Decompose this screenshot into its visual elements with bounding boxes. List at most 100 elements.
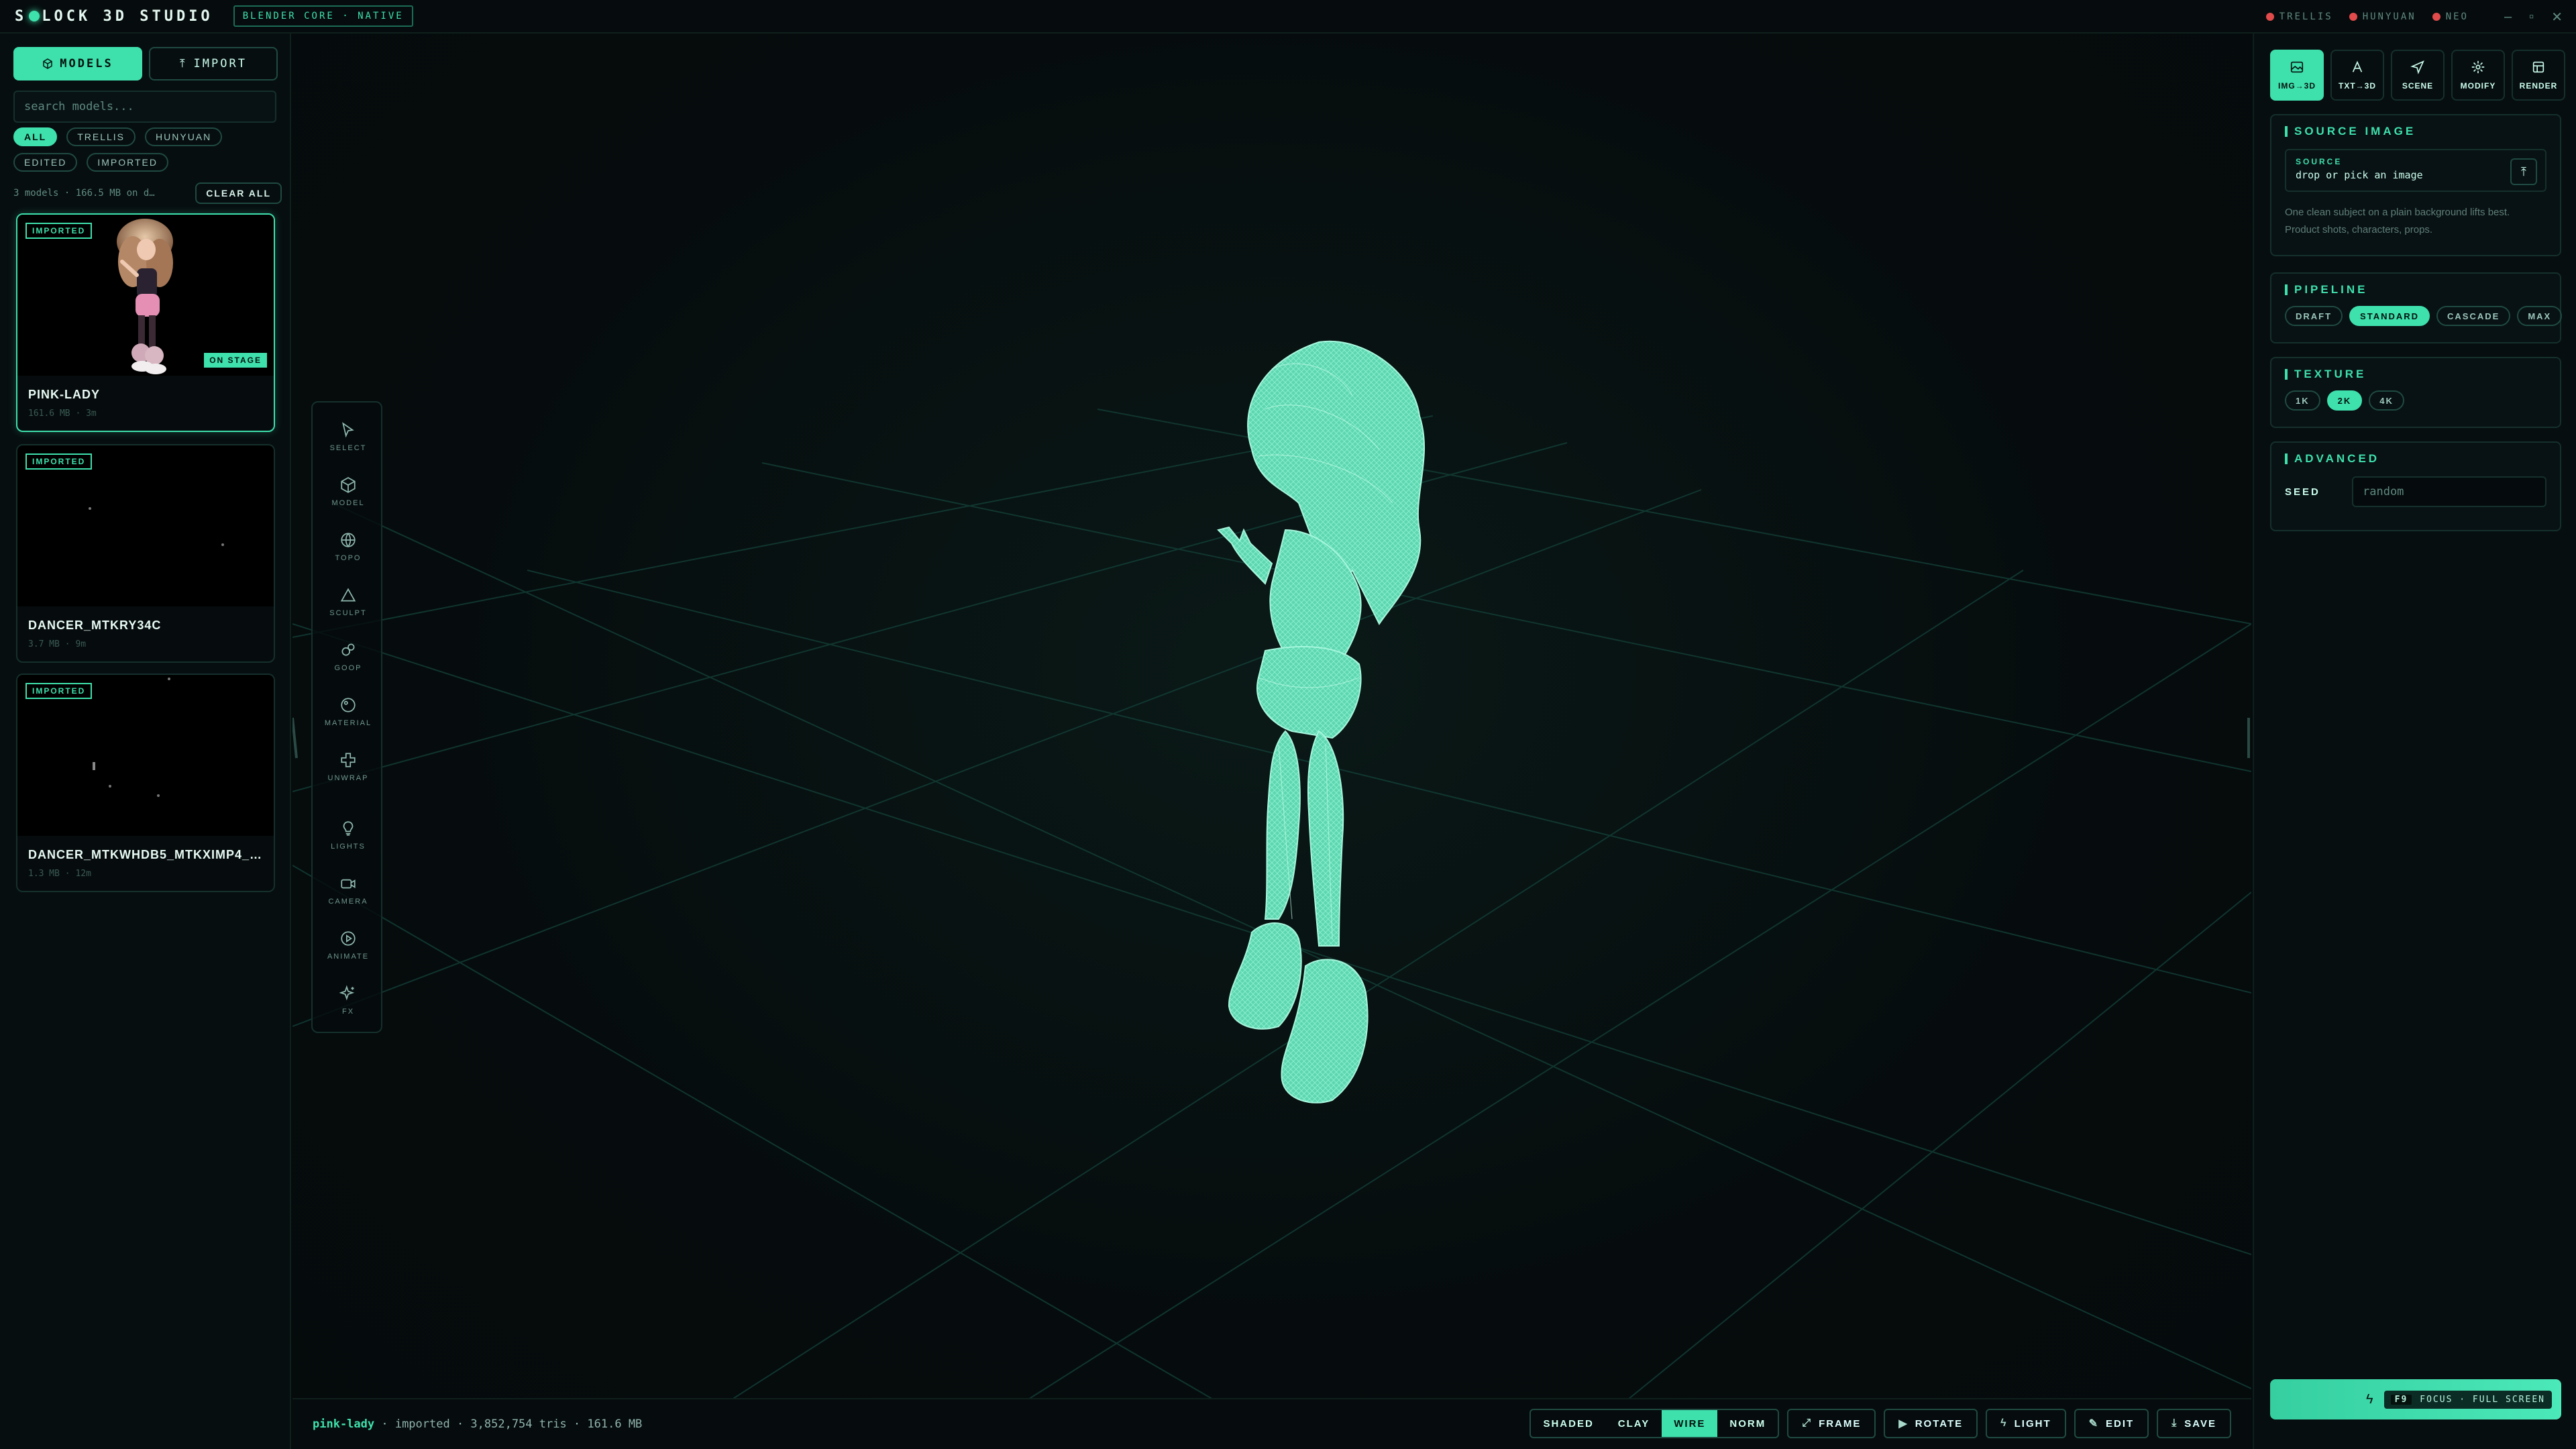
- play-icon: [341, 931, 356, 946]
- character-thumbnail-image: [117, 219, 173, 374]
- tool-animate[interactable]: ANIMATE: [313, 930, 384, 961]
- mode-render[interactable]: RENDER: [2512, 50, 2565, 101]
- texture-1k[interactable]: 1K: [2285, 390, 2320, 411]
- on-stage-badge: ON STAGE: [204, 353, 267, 368]
- section-title: TEXTURE: [2285, 368, 2560, 381]
- provider-trellis: TRELLIS: [2265, 11, 2333, 22]
- play-icon: ▶: [1898, 1418, 1909, 1430]
- models-panel: MODELS ⤒ IMPORT ALL TRELLIS HUNYUAN EDIT…: [0, 34, 291, 1449]
- unwrap-icon: [341, 753, 356, 767]
- tool-lights[interactable]: LIGHTS: [313, 820, 384, 851]
- model-card-pink-lady[interactable]: IMPORTED ON STAGE PINK-LADY 161.6 MB · 3…: [16, 213, 275, 432]
- pipeline-options: DRAFT STANDARD CASCADE MAX: [2285, 306, 2563, 326]
- pencil-icon: ✎: [2088, 1418, 2100, 1430]
- image-icon: [2290, 61, 2304, 73]
- shading-norm[interactable]: NORM: [1717, 1410, 1778, 1437]
- shading-wire[interactable]: WIRE: [1662, 1410, 1718, 1437]
- source-drop-zone[interactable]: SOURCE drop or pick an image ⤒: [2285, 149, 2546, 192]
- filter-trellis[interactable]: TRELLIS: [66, 127, 136, 146]
- upload-icon: ⤒: [180, 57, 187, 70]
- pipeline-standard[interactable]: STANDARD: [2349, 306, 2430, 326]
- tool-topo[interactable]: TOPO: [313, 531, 384, 562]
- expand-icon: ⤢: [1802, 1417, 1813, 1429]
- mode-txt-to-3d[interactable]: TXT→3D: [2330, 50, 2384, 101]
- generate-button[interactable]: ϟ F9 FOCUS · FULL SCREEN: [2270, 1379, 2561, 1419]
- pipeline-draft[interactable]: DRAFT: [2285, 306, 2343, 326]
- tool-fx[interactable]: FX: [313, 985, 384, 1016]
- upload-icon[interactable]: ⤒: [2510, 158, 2537, 185]
- tab-models[interactable]: MODELS: [13, 47, 142, 80]
- shading-clay[interactable]: CLAY: [1606, 1410, 1662, 1437]
- triangle-icon: [340, 588, 356, 602]
- close-icon[interactable]: ✕: [2551, 9, 2563, 25]
- texture-4k[interactable]: 4K: [2369, 390, 2404, 411]
- wireframe-model[interactable]: [1097, 329, 1460, 1201]
- advanced-section: ADVANCED SEED: [2270, 441, 2561, 531]
- model-thumbnail: IMPORTED: [17, 675, 274, 836]
- model-thumbnail: IMPORTED: [17, 445, 274, 606]
- render-icon: [2532, 61, 2544, 73]
- save-button[interactable]: ⤓ SAVE: [2157, 1409, 2231, 1438]
- storage-summary: 3 models · 166.5 MB on d…: [13, 188, 155, 199]
- model-card-dancer-1[interactable]: IMPORTED DANCER_MTKRY34C 3.7 MB · 9m: [16, 444, 275, 663]
- seed-input[interactable]: [2352, 476, 2546, 507]
- engine-badge: BLENDER CORE · NATIVE: [233, 5, 413, 27]
- model-stats: · imported · 3,852,754 tris · 161.6 MB: [374, 1417, 643, 1431]
- mode-tabs: IMG→3D TXT→3D SCENE MODIFY RENDER: [2270, 50, 2565, 101]
- tool-model[interactable]: MODEL: [313, 476, 384, 507]
- filter-all[interactable]: ALL: [13, 127, 58, 146]
- filter-chips: ALL TRELLIS HUNYUAN EDITED IMPORTED: [13, 127, 282, 172]
- edit-button[interactable]: ✎ EDIT: [2074, 1409, 2149, 1438]
- tool-camera[interactable]: CAMERA: [313, 875, 384, 906]
- light-button[interactable]: ϟ LIGHT: [1986, 1409, 2066, 1438]
- status-dot-icon: [2265, 13, 2274, 21]
- source-image-section: SOURCE IMAGE SOURCE drop or pick an imag…: [2270, 114, 2561, 256]
- texture-2k[interactable]: 2K: [2326, 390, 2363, 411]
- model-status: pink-lady · imported · 3,852,754 tris · …: [313, 1417, 642, 1431]
- filter-hunyuan[interactable]: HUNYUAN: [145, 127, 223, 146]
- rotate-button[interactable]: ▶ ROTATE: [1884, 1409, 1978, 1438]
- section-title: ADVANCED: [2285, 452, 2560, 466]
- pipeline-max[interactable]: MAX: [2517, 306, 2563, 326]
- seed-row: SEED: [2285, 476, 2546, 507]
- provider-hunyuan: HUNYUAN: [2349, 11, 2416, 22]
- mode-modify[interactable]: MODIFY: [2451, 50, 2505, 101]
- section-title: PIPELINE: [2285, 283, 2560, 297]
- sphere-icon: [341, 698, 356, 712]
- mode-img-to-3d[interactable]: IMG→3D: [2270, 50, 2324, 101]
- status-dot-icon: [2432, 13, 2440, 21]
- title-bar: S LOCK 3D STUDIO BLENDER CORE · NATIVE TR…: [0, 0, 2576, 34]
- filter-imported[interactable]: IMPORTED: [87, 153, 168, 172]
- app-title-pre: S: [15, 7, 28, 25]
- clear-all-button[interactable]: CLEAR ALL: [195, 182, 282, 204]
- mode-scene[interactable]: SCENE: [2391, 50, 2445, 101]
- tool-material[interactable]: MATERIAL: [313, 696, 384, 727]
- window-controls: – ▫ ✕: [2504, 0, 2563, 34]
- model-card-dancer-2[interactable]: IMPORTED DANCER_MTKWHDB5_MTKXIMP4_… 1.3 …: [16, 674, 275, 892]
- source-hint: One clean subject on a plain background …: [2285, 207, 2510, 235]
- tool-unwrap[interactable]: UNWRAP: [313, 751, 384, 782]
- shading-shaded[interactable]: SHADED: [1531, 1410, 1605, 1437]
- minimize-icon[interactable]: –: [2504, 9, 2512, 25]
- search-input[interactable]: [13, 91, 276, 123]
- status-dot-icon: [2349, 13, 2357, 21]
- maximize-icon[interactable]: ▫: [2529, 9, 2534, 25]
- tool-sculpt[interactable]: SCULPT: [313, 586, 384, 617]
- 3d-viewport[interactable]: SELECT MODEL TOPO SCULPT GOOP MATERIAL U…: [292, 34, 2251, 1449]
- frame-button[interactable]: ⤢ FRAME: [1787, 1409, 1876, 1438]
- bolt-icon: ϟ: [2000, 1417, 2008, 1429]
- model-name: DANCER_MTKWHDB5_MTKXIMP4_…: [28, 848, 263, 861]
- tool-goop[interactable]: GOOP: [313, 641, 384, 672]
- blob-icon: [341, 643, 355, 656]
- texture-options: 1K 2K 4K: [2285, 390, 2560, 411]
- logo-dot-icon: [29, 11, 40, 21]
- filter-edited[interactable]: EDITED: [13, 153, 78, 172]
- view-controls: SHADED CLAY WIRE NORM ⤢ FRAME ▶ ROTATE ϟ LI…: [1529, 1409, 2231, 1438]
- gear-icon: [2471, 60, 2485, 74]
- tab-import[interactable]: ⤒ IMPORT: [149, 47, 278, 80]
- model-meta: 1.3 MB · 12m: [28, 869, 91, 879]
- pipeline-cascade[interactable]: CASCADE: [2436, 306, 2511, 326]
- tool-select[interactable]: SELECT: [313, 421, 384, 452]
- viewport-status-bar: pink-lady · imported · 3,852,754 tris · …: [292, 1398, 2251, 1449]
- shading-mode-toggle: SHADED CLAY WIRE NORM: [1529, 1409, 1780, 1438]
